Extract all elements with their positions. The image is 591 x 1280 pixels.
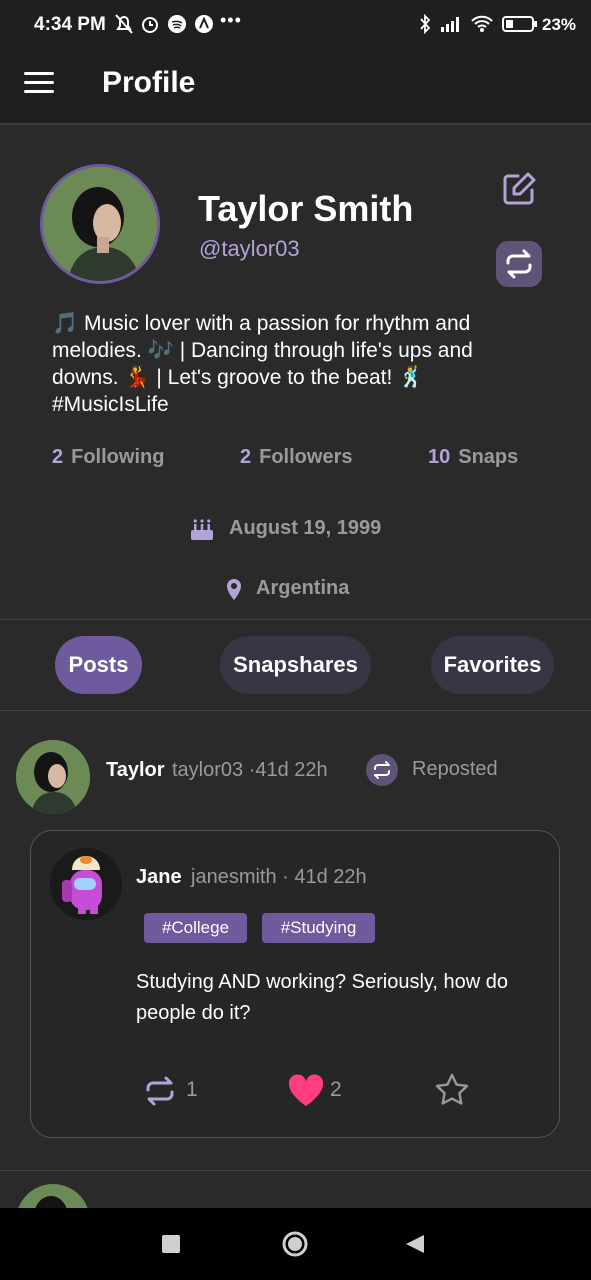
tab-snapshares[interactable]: Snapshares: [220, 636, 371, 694]
post-meta: taylor03 ·41d 22h: [172, 759, 328, 781]
tab-posts[interactable]: Posts: [55, 636, 142, 694]
post-author-name[interactable]: Taylor: [106, 759, 165, 782]
tag-studying[interactable]: #Studying: [262, 913, 375, 943]
alarm-icon: [140, 13, 160, 40]
inner-post-author[interactable]: Jane: [136, 866, 182, 889]
profile-name: Taylor Smith: [198, 188, 414, 229]
repost-icon: [506, 249, 532, 279]
inner-post-meta: janesmith · 41d 22h: [191, 866, 367, 888]
app-notification-icon: [194, 13, 214, 40]
reposted-icon: [366, 754, 398, 786]
back-icon[interactable]: [404, 1233, 426, 1260]
birthday-cake-icon: [189, 516, 215, 547]
status-time: 4:34 PM: [34, 14, 106, 35]
like-count: 2: [330, 1078, 342, 1101]
profile-handle: @taylor03: [199, 236, 300, 261]
divider: [0, 1170, 591, 1171]
app-bar: [0, 50, 591, 125]
wifi-icon: [470, 13, 494, 40]
inner-post-text: Studying AND working? Seriously, how do …: [136, 971, 509, 1024]
divider: [0, 710, 591, 711]
followers-count[interactable]: 2 Followers: [240, 446, 352, 469]
heart-icon[interactable]: [287, 1073, 325, 1112]
hamburger-menu-icon[interactable]: [24, 72, 54, 96]
birthday-text: August 19, 1999: [229, 517, 382, 539]
tab-favorites[interactable]: Favorites: [431, 636, 554, 694]
edit-profile-icon[interactable]: [500, 170, 538, 208]
recent-apps-icon[interactable]: [162, 1235, 180, 1253]
repost-profile-button[interactable]: [496, 241, 542, 287]
snaps-count[interactable]: 10 Snaps: [428, 446, 518, 469]
battery-icon: [502, 13, 538, 40]
repost-action-icon[interactable]: [142, 1073, 178, 1114]
profile-bio: 🎵 Music lover with a passion for rhythm …: [52, 312, 473, 416]
following-count[interactable]: 2 Following: [52, 446, 164, 469]
home-icon[interactable]: [281, 1230, 309, 1263]
page-title: Profile: [102, 66, 196, 99]
profile-avatar[interactable]: [40, 164, 160, 284]
signal-icon: [440, 13, 462, 40]
post-author-avatar[interactable]: [16, 740, 90, 814]
spotify-icon: [167, 13, 187, 40]
repost-count: 1: [186, 1078, 198, 1101]
jane-avatar[interactable]: [50, 848, 122, 920]
star-favorite-icon[interactable]: [434, 1072, 470, 1113]
bluetooth-icon: [418, 13, 432, 40]
reposted-label: Reposted: [412, 758, 498, 780]
tag-college[interactable]: #College: [144, 913, 247, 943]
battery-percent: 23%: [542, 15, 577, 34]
mute-icon: [114, 13, 134, 40]
divider: [0, 619, 591, 620]
location-text: Argentina: [256, 577, 350, 599]
location-pin-icon: [225, 578, 243, 607]
more-notifications-icon: •••: [220, 10, 242, 30]
